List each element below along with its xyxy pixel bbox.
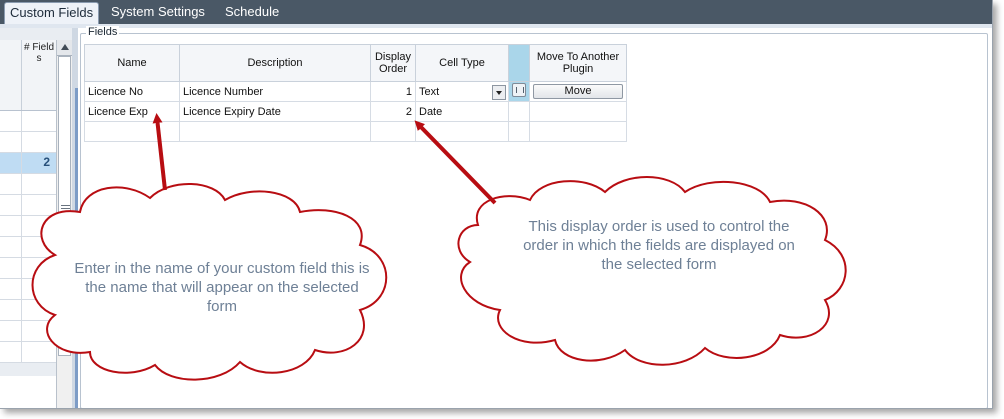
field-row-new[interactable]: [84, 121, 627, 142]
plugin-row[interactable]: [0, 279, 56, 300]
tab-underline: [0, 24, 992, 28]
chevron-down-icon: [496, 90, 502, 95]
column-divider: [21, 321, 22, 341]
field-row[interactable]: Licence No Licence Number 1 Text Move: [84, 81, 627, 102]
column-divider: [21, 342, 22, 362]
field-move-cell: [529, 121, 627, 142]
window-frame: Custom Fields System Settings Schedule #…: [0, 0, 993, 409]
plugin-list-panel: # Field s 2: [0, 28, 78, 408]
plugin-row[interactable]: [0, 237, 56, 258]
field-display-order-cell[interactable]: [370, 121, 416, 142]
scrollbar-thumb[interactable]: [58, 56, 71, 356]
plugin-grid-header: # Field s: [0, 40, 56, 111]
plugin-grid-empty-area: [0, 376, 56, 408]
field-delete-cell[interactable]: [508, 121, 530, 142]
field-name-cell[interactable]: Licence No: [84, 81, 180, 102]
field-delete-cell[interactable]: [508, 81, 530, 102]
cell-type-value: Text: [419, 85, 440, 98]
plugin-row[interactable]: [0, 132, 56, 153]
field-display-order-cell[interactable]: 2: [370, 101, 416, 122]
plugin-row[interactable]: [0, 174, 56, 195]
field-count-value: 2: [43, 155, 50, 169]
tab-custom-fields[interactable]: Custom Fields: [4, 2, 100, 24]
plugin-row[interactable]: [0, 300, 56, 321]
cell-type-dropdown[interactable]: Text: [419, 84, 506, 100]
fields-grid-header-row: Name Description Display Order Cell Type…: [84, 44, 627, 82]
plugin-row[interactable]: [0, 342, 56, 363]
tab-bar: Custom Fields System Settings Schedule: [0, 0, 992, 24]
field-display-order-cell[interactable]: 1: [370, 81, 416, 102]
plugin-row[interactable]: [0, 258, 56, 279]
dropdown-button[interactable]: [492, 84, 506, 100]
plugin-row[interactable]: [0, 216, 56, 237]
column-header-delete: [508, 44, 530, 82]
plugin-row[interactable]: [0, 321, 56, 342]
field-description-cell[interactable]: Licence Expiry Date: [179, 101, 371, 122]
field-cell-type-cell[interactable]: Text: [415, 81, 509, 102]
field-move-cell: [529, 101, 627, 122]
field-move-cell: Move: [529, 81, 627, 102]
field-count-column-header[interactable]: # Field s: [22, 42, 56, 64]
field-name-cell[interactable]: [84, 121, 180, 142]
plugin-row-selected[interactable]: 2: [0, 153, 56, 174]
fields-grid: Name Description Display Order Cell Type…: [84, 44, 627, 142]
up-arrow-icon: [61, 44, 69, 50]
callout-left-text: Enter in the name of your custom field t…: [74, 260, 370, 315]
scroll-up-button[interactable]: [57, 40, 73, 56]
field-description-cell[interactable]: Licence Number: [179, 81, 371, 102]
column-header-move-plugin[interactable]: Move To Another Plugin: [529, 44, 627, 82]
column-divider: [21, 258, 22, 278]
plugin-list-scrollbar[interactable]: [56, 40, 73, 408]
column-header-cell-type[interactable]: Cell Type: [415, 44, 509, 82]
fields-group-legend: Fields: [86, 26, 120, 38]
grip-icon: [61, 205, 70, 212]
field-cell-type-cell[interactable]: Date: [415, 101, 509, 122]
plugin-row[interactable]: [0, 195, 56, 216]
column-divider: [21, 279, 22, 299]
column-divider: [21, 237, 22, 257]
column-divider: [21, 153, 22, 173]
splitter-handle[interactable]: [75, 88, 78, 408]
column-divider: [21, 132, 22, 152]
field-delete-cell[interactable]: [508, 101, 530, 122]
trash-icon[interactable]: [512, 83, 526, 97]
column-header-description[interactable]: Description: [179, 44, 371, 82]
callout-right-text: This display order is used to control th…: [523, 218, 795, 273]
field-description-cell[interactable]: [179, 121, 371, 142]
field-row[interactable]: Licence Exp Licence Expiry Date 2 Date: [84, 101, 627, 122]
column-divider: [21, 174, 22, 194]
column-header-display-order[interactable]: Display Order: [370, 44, 416, 82]
column-divider: [21, 216, 22, 236]
field-cell-type-cell[interactable]: [415, 121, 509, 142]
column-divider: [21, 195, 22, 215]
move-button[interactable]: Move: [533, 84, 623, 99]
tab-system-settings[interactable]: System Settings: [106, 2, 210, 24]
column-header-name[interactable]: Name: [84, 44, 180, 82]
column-divider: [21, 111, 22, 131]
plugin-row[interactable]: [0, 111, 56, 132]
tab-schedule[interactable]: Schedule: [220, 2, 284, 24]
field-name-cell[interactable]: Licence Exp: [84, 101, 180, 122]
column-divider: [21, 300, 22, 320]
